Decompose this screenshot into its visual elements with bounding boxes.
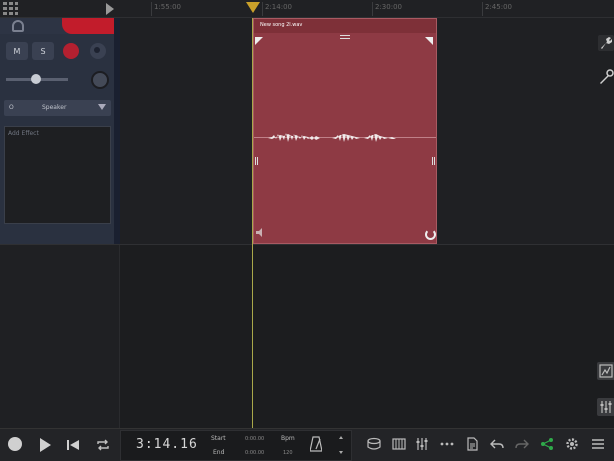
filter-icon [98,104,106,110]
volume-slider-thumb[interactable] [31,74,41,84]
empty-track-area[interactable] [0,245,120,428]
mute-button[interactable]: M [6,42,28,60]
loop-clip-icon[interactable] [425,229,436,240]
ruler-label: 2:45:00 [485,3,512,11]
effects-list[interactable]: Add Effect [4,126,111,224]
ruler-tick [482,2,483,16]
clip-move-handle[interactable] [340,35,350,39]
fade-out-handle[interactable] [425,37,433,45]
drum-icon[interactable] [367,437,381,451]
playhead-line [252,18,253,428]
expand-tracks-icon[interactable] [106,3,114,15]
pan-knob[interactable] [91,71,109,89]
automation-icon[interactable] [597,362,614,380]
clip-trim-right[interactable] [432,157,435,165]
tempo-up-icon[interactable] [339,436,343,439]
metronome-icon[interactable] [310,436,322,452]
rewind-to-start-icon[interactable] [66,438,80,452]
monitor-button[interactable] [90,43,106,59]
tempo-down-icon[interactable] [339,451,343,454]
menu-icon[interactable] [591,437,605,451]
share-icon[interactable] [540,437,554,451]
bpm-label: Bpm [281,435,295,442]
lane-divider [0,244,614,245]
daw-app: 1:55:00 2:14:00 2:30:00 2:45:00 M S O Sp… [0,0,614,461]
mixer-icon[interactable] [415,437,429,451]
record-icon[interactable] [8,437,22,451]
ruler-label: 1:55:00 [154,3,181,11]
play-icon[interactable] [40,438,51,452]
dots-icon[interactable] [440,437,454,451]
record-arm-button[interactable] [63,43,79,59]
clip-title: New song 2l.wav [260,22,303,28]
wrench-icon[interactable] [597,34,614,52]
start-label: Start [211,435,226,442]
time-display[interactable]: 3:14.16 [136,437,198,452]
solo-button[interactable]: S [32,42,54,60]
output-label: Speaker [42,104,67,111]
start-value[interactable]: 0:00.00 [245,436,264,442]
output-prefix: O [9,104,14,111]
end-label: End [213,449,225,456]
track-color-tab[interactable] [62,18,114,34]
speaker-icon[interactable] [256,228,266,237]
waveform [268,133,404,142]
panel-divider[interactable] [114,18,120,244]
headphones-icon [12,20,24,32]
undo-icon[interactable] [490,437,504,451]
add-effect-label: Add Effect [8,130,39,137]
ruler-tick [372,2,373,16]
output-select[interactable]: O Speaker [4,100,111,116]
ruler-tick [151,2,152,16]
redo-icon[interactable] [515,437,529,451]
clip-trim-left[interactable] [255,157,258,165]
magic-wand-icon[interactable] [597,68,614,86]
ruler-label: 2:30:00 [375,3,402,11]
settings-icon[interactable] [565,437,579,451]
end-value[interactable]: 0:00.00 [245,450,264,456]
sliders-icon[interactable] [597,398,614,416]
grid-view-icon[interactable] [3,2,19,16]
ruler-tick [262,2,263,16]
piano-icon[interactable] [392,437,406,451]
document-icon[interactable] [465,437,479,451]
timeline-ruler[interactable]: 1:55:00 2:14:00 2:30:00 2:45:00 [0,0,614,18]
ruler-label: 2:14:00 [265,3,292,11]
fade-in-handle[interactable] [255,37,263,45]
playhead-marker[interactable] [246,2,260,13]
loop-icon[interactable] [96,438,110,452]
bpm-value[interactable]: 120 [283,450,293,456]
